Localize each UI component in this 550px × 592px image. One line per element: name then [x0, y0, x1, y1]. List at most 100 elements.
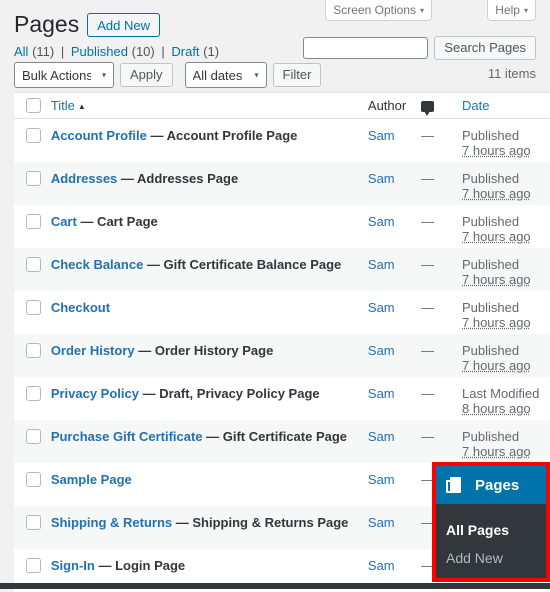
row-author-link[interactable]: Sam [368, 386, 395, 401]
row-comments-cell: — [421, 428, 435, 444]
row-author-link[interactable]: Sam [368, 472, 395, 487]
table-head: Title ▲ Author Date [14, 92, 550, 119]
row-date-cell: Last Modified 8 hours ago [462, 377, 550, 420]
row-date-cell: Published7 hours ago [462, 420, 550, 463]
comments-bubble-icon [421, 101, 435, 116]
column-header-comments [421, 92, 462, 119]
row-title-link[interactable]: Purchase Gift Certificate [51, 429, 203, 444]
row-checkbox[interactable] [26, 385, 41, 401]
sort-by-title-link[interactable]: Title [51, 98, 75, 113]
status-filter-draft[interactable]: Draft (1) [168, 44, 219, 59]
menu-item-pages-label: Pages [475, 476, 520, 494]
row-author-link[interactable]: Sam [368, 128, 395, 143]
row-select-cell [14, 248, 51, 291]
row-comments-cell: — [421, 299, 435, 315]
row-date-status: Published [462, 428, 520, 444]
row-checkbox[interactable] [26, 128, 41, 143]
pages-icon-front-sheet [450, 476, 461, 493]
row-author-link[interactable]: Sam [368, 558, 395, 573]
row-comments-cell: — [421, 342, 435, 358]
items-count: 11 items [487, 66, 536, 81]
status-filter-separator: | [60, 44, 65, 59]
search-input[interactable] [303, 37, 429, 59]
row-checkbox[interactable] [26, 299, 41, 315]
row-select-cell [14, 119, 51, 162]
row-checkbox[interactable] [26, 514, 41, 530]
row-author-cell: Sam [368, 506, 421, 549]
row-date-relative: 7 hours ago [462, 143, 531, 158]
screen-options-label: Screen Options [333, 3, 416, 17]
row-title-link[interactable]: Sample Page [51, 472, 132, 487]
row-checkbox[interactable] [26, 256, 41, 272]
column-header-date[interactable]: Date [462, 92, 550, 119]
status-filter-published[interactable]: Published (10) [67, 44, 158, 59]
menu-item-pages[interactable]: Pages [436, 466, 546, 504]
row-title-link[interactable]: Addresses [51, 171, 117, 186]
row-author-link[interactable]: Sam [368, 343, 395, 358]
bottom-edge-strip [0, 583, 550, 589]
row-date-relative: 7 hours ago [462, 357, 531, 373]
date-filter-select[interactable]: All dates [184, 62, 267, 88]
row-title-link[interactable]: Checkout [51, 300, 110, 315]
submenu-item-add-new[interactable]: Add New [436, 544, 546, 572]
bulk-action-select[interactable]: Bulk Actions [14, 62, 114, 88]
row-checkbox[interactable] [26, 428, 41, 444]
status-filter-published-link[interactable]: Published [71, 44, 128, 59]
submenu-item-all-pages[interactable]: All Pages [436, 516, 546, 544]
apply-button[interactable]: Apply [120, 63, 173, 87]
search-pages-button[interactable]: Search Pages [434, 36, 536, 60]
row-date-status: Published [462, 256, 520, 272]
row-checkbox[interactable] [26, 557, 41, 573]
status-filter-draft-link[interactable]: Draft [171, 44, 199, 59]
row-title-link[interactable]: Sign-In [51, 558, 95, 573]
row-author-link[interactable]: Sam [368, 257, 395, 272]
row-title-cell: Account Profile — Account Profile Page [51, 119, 368, 162]
row-checkbox[interactable] [26, 342, 41, 358]
row-title-link[interactable]: Shipping & Returns [51, 515, 172, 530]
bulk-action-select-wrapper[interactable]: Bulk Actions ▾ [14, 62, 114, 88]
status-filter-all[interactable]: All (11) [14, 44, 58, 59]
select-all-checkbox[interactable] [26, 98, 41, 113]
row-checkbox[interactable] [26, 170, 41, 186]
row-checkbox[interactable] [26, 471, 41, 487]
status-filter-separator: | [161, 44, 165, 59]
row-author-link[interactable]: Sam [368, 171, 395, 186]
row-select-cell [14, 506, 51, 549]
row-author-cell: Sam [368, 377, 421, 420]
row-author-cell: Sam [368, 119, 421, 162]
row-post-state: — Shipping & Returns Page [172, 514, 349, 530]
row-author-link[interactable]: Sam [368, 515, 395, 530]
row-post-state: — Login Page [94, 557, 186, 573]
screen-options-tab[interactable]: Screen Options ▾ [325, 0, 432, 21]
row-title-link[interactable]: Cart [51, 214, 77, 229]
table-navigation-top: Bulk Actions ▾ Apply All dates ▾ Filter … [14, 62, 536, 92]
row-title-cell: Checkout [51, 291, 368, 334]
row-comments-cell: — [421, 213, 435, 229]
row-author-link[interactable]: Sam [368, 214, 395, 229]
column-header-title[interactable]: Title ▲ [50, 92, 368, 119]
row-checkbox[interactable] [26, 213, 41, 229]
status-filter-all-link[interactable]: All [14, 44, 28, 59]
row-author-link[interactable]: Sam [368, 300, 395, 315]
row-title-link[interactable]: Check Balance [51, 257, 144, 272]
row-select-cell [14, 420, 51, 463]
add-new-button[interactable]: Add New [87, 12, 160, 37]
row-title-cell: Privacy Policy — Draft, Privacy Policy P… [51, 377, 368, 420]
row-comments-cell: — [421, 128, 435, 143]
row-title-link[interactable]: Order History [51, 343, 135, 358]
sort-by-date-link[interactable]: Date [462, 98, 489, 113]
date-filter-select-wrapper[interactable]: All dates ▾ [184, 62, 267, 88]
row-date-relative: 7 hours ago [462, 271, 531, 287]
row-date-cell: Published7 hours ago [462, 248, 550, 291]
row-title-link[interactable]: Account Profile [51, 128, 147, 143]
chevron-down-icon: ▾ [523, 6, 528, 15]
row-author-link[interactable]: Sam [368, 429, 395, 444]
row-post-state: — Gift Certificate Balance Page [143, 256, 342, 272]
row-date-status: Published [462, 299, 520, 315]
row-date-status: Last Modified [462, 385, 540, 401]
filter-button[interactable]: Filter [272, 63, 322, 87]
row-date-relative: 7 hours ago [462, 443, 531, 459]
row-title-link[interactable]: Privacy Policy [51, 386, 139, 401]
help-tab[interactable]: Help ▾ [487, 0, 536, 21]
row-date-cell: Published7 hours ago [462, 162, 550, 205]
